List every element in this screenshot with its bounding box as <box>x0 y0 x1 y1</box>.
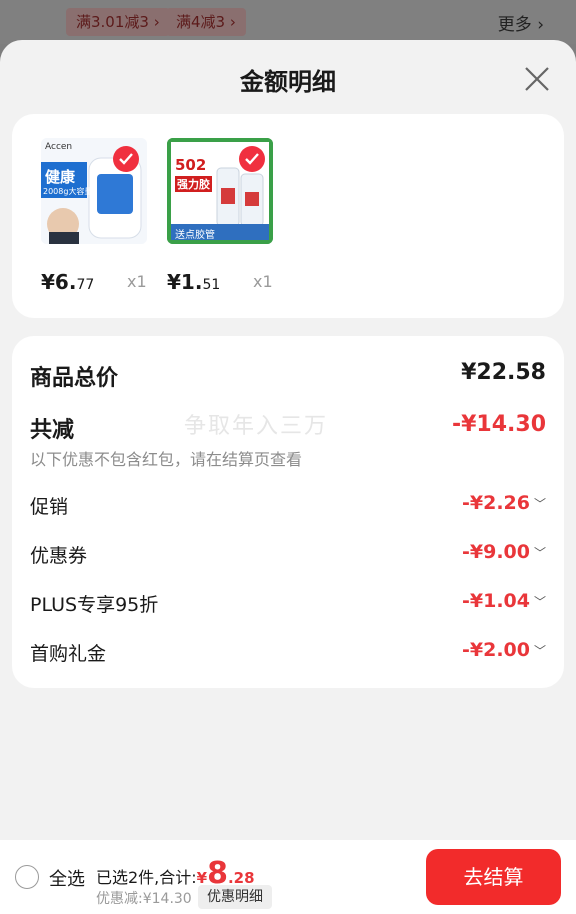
discount-row-promo[interactable]: 促销 -¥2.26 ﹀ <box>30 492 546 520</box>
discount-value: -¥9.00 ﹀ <box>462 541 546 563</box>
total-reduce-value: -¥14.30 <box>451 412 546 437</box>
total-price-value: ¥22.58 <box>461 360 546 385</box>
chevron-down-icon: ﹀ <box>533 644 546 658</box>
background-overlay: 满3.01减3 › 满4减3 › 更多 › <box>0 0 576 44</box>
price-main: ¥1. <box>167 270 203 294</box>
select-all-radio[interactable] <box>15 865 39 889</box>
discount-label: 优惠券 <box>30 545 88 567</box>
discount-summary: 优惠减:¥14.30 <box>96 891 192 907</box>
price-decimal: 51 <box>202 277 221 293</box>
discount-value: -¥1.04 ﹀ <box>462 590 546 612</box>
promo-tag: 满3.01减3 › <box>66 8 170 36</box>
product-badge-text: 502 <box>175 156 207 174</box>
checkout-button[interactable]: 去结算 <box>426 849 561 905</box>
total-price-row: 商品总价 ¥22.58 <box>30 360 546 392</box>
product-thumbnail: Accen 健康 2008g大容量 <box>41 138 147 244</box>
price-main: ¥6. <box>41 270 77 294</box>
sheet-title: 金额明细 <box>240 68 336 96</box>
product-badge-sub: 2008g大容量 <box>43 187 93 196</box>
close-button[interactable] <box>522 64 552 94</box>
product-badge-text: 健康 <box>45 168 76 186</box>
product-price: ¥6.77 <box>41 270 94 294</box>
selected-count-text: 已选2件,合计: <box>96 868 197 887</box>
chevron-down-icon: ﹀ <box>533 546 546 560</box>
total-price-label: 商品总价 <box>30 366 119 391</box>
chevron-down-icon: ﹀ <box>533 497 546 511</box>
discount-row-first-purchase[interactable]: 首购礼金 -¥2.00 ﹀ <box>30 639 546 667</box>
product-qty: x1 <box>253 272 273 291</box>
reduce-note: 以下优惠不包含红包，请在结算页查看 <box>30 450 303 469</box>
discount-row-plus[interactable]: PLUS专享95折 -¥1.04 ﹀ <box>30 590 546 618</box>
selected-check-icon <box>113 146 139 172</box>
chevron-down-icon: ﹀ <box>533 595 546 609</box>
price-decimal: 77 <box>76 277 95 293</box>
discount-label: 首购礼金 <box>30 643 107 665</box>
checkout-bar: 全选 已选2件,合计:¥8.28 优惠减:¥14.30 优惠明细 去结算 <box>0 840 576 914</box>
amount-detail-sheet: 金额明细 Accen 健康 2008g大容量 ¥6.77 x1 502 强力胶 … <box>0 40 576 914</box>
reduce-note-row: 以下优惠不包含红包，请在结算页查看 <box>30 446 546 470</box>
discount-value: -¥2.00 ﹀ <box>462 639 546 661</box>
select-all-label[interactable]: 全选 <box>49 865 85 891</box>
close-icon <box>525 67 549 91</box>
amount-detail-card: 争取年入三万 商品总价 ¥22.58 共减 -¥14.30 以下优惠不包含红包，… <box>12 336 564 688</box>
product-price: ¥1.51 <box>167 270 220 294</box>
selected-check-icon <box>239 146 265 172</box>
product-badge-bottom: 送点胶管 <box>175 230 215 241</box>
products-card: Accen 健康 2008g大容量 ¥6.77 x1 502 强力胶 送点胶管 … <box>12 114 564 318</box>
promo-tag: 满4减3 › <box>166 8 246 36</box>
discount-label: PLUS专享95折 <box>30 594 159 616</box>
discount-detail-button[interactable]: 优惠明细 <box>198 885 272 909</box>
more-link: 更多 › <box>497 15 544 35</box>
product-qty: x1 <box>127 272 147 291</box>
product-item[interactable]: 502 强力胶 送点胶管 ¥1.51 x1 <box>167 138 287 294</box>
product-badge-sub: 强力胶 <box>175 176 212 192</box>
product-item[interactable]: Accen 健康 2008g大容量 ¥6.77 x1 <box>41 138 161 294</box>
product-thumbnail: 502 强力胶 送点胶管 <box>167 138 273 244</box>
total-reduce-label: 共减 <box>30 418 75 443</box>
total-reduce-row: 共减 -¥14.30 <box>30 412 546 443</box>
discount-label: 促销 <box>30 496 69 518</box>
discount-value: -¥2.26 ﹀ <box>462 492 546 514</box>
discount-row-coupon[interactable]: 优惠券 -¥9.00 ﹀ <box>30 541 546 569</box>
brand-label: Accen <box>45 142 73 152</box>
